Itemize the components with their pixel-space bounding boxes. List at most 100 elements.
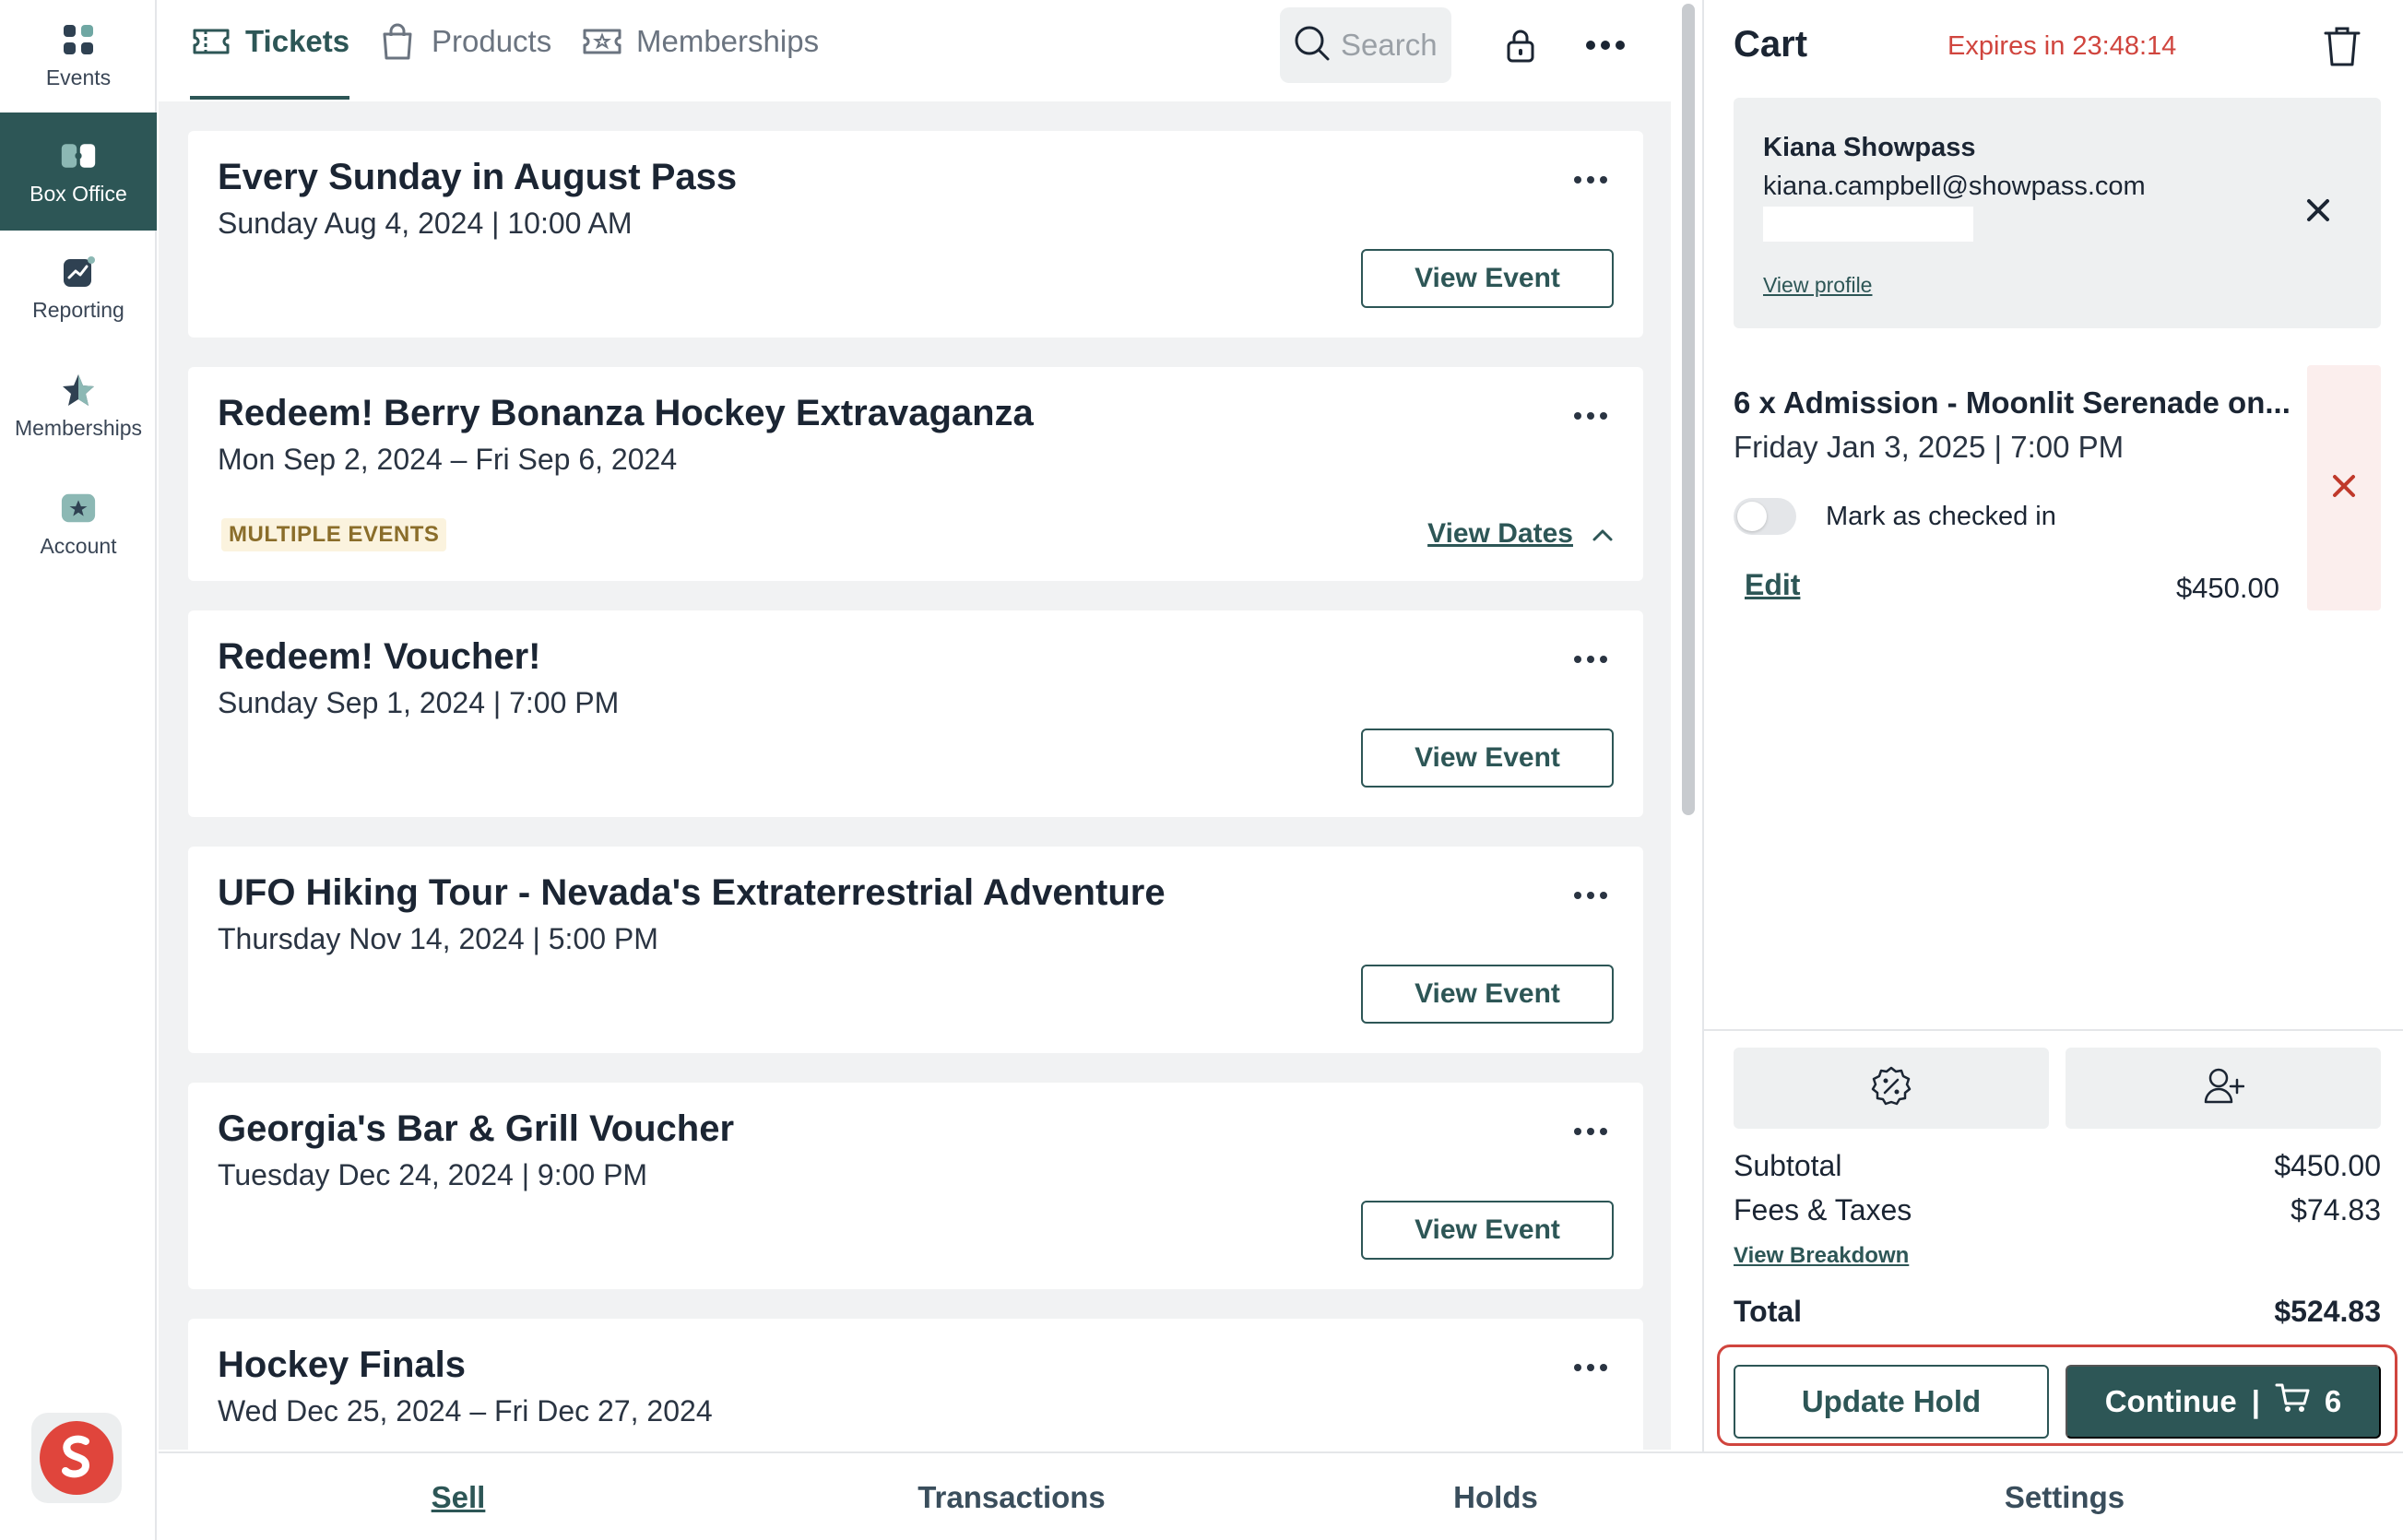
view-event-button[interactable]: View Event (1361, 1201, 1614, 1260)
clear-cart-button[interactable] (2322, 24, 2366, 70)
remove-customer-button[interactable] (2300, 192, 2337, 229)
bottom-nav-transactions[interactable]: Transactions (758, 1453, 1265, 1540)
event-card: Every Sunday in August Pass Sunday Aug 4… (188, 131, 1643, 338)
checked-in-label: Mark as checked in (1826, 502, 2056, 531)
discount-badge-icon (1870, 1065, 1912, 1112)
event-card: Redeem! Voucher! Sunday Sep 1, 2024 | 7:… (188, 610, 1643, 817)
chart-icon (60, 254, 97, 290)
event-date: Wed Dec 25, 2024 – Fri Dec 27, 2024 (218, 1394, 713, 1427)
customer-email: kiana.campbell@showpass.com (1763, 172, 2146, 201)
ticket-icon (190, 20, 232, 63)
cart-expiry-timer: Expires in 23:48:14 (1947, 31, 2177, 61)
event-title: Every Sunday in August Pass (218, 157, 738, 197)
cart-icon (2275, 1382, 2310, 1421)
lock-icon (1505, 27, 1536, 68)
search-box[interactable] (1280, 7, 1451, 83)
subtotal-row: Subtotal $450.00 (1734, 1149, 2381, 1183)
event-card: UFO Hiking Tour - Nevada's Extraterrestr… (188, 847, 1643, 1053)
left-sidebar: Events Box Office Reporting Memberships … (0, 0, 157, 1540)
event-date: Sunday Aug 4, 2024 | 10:00 AM (218, 207, 633, 240)
line-item-date: Friday Jan 3, 2025 | 7:00 PM (1734, 430, 2125, 464)
view-profile-link[interactable]: View profile (1763, 273, 1872, 298)
edit-line-item-link[interactable]: Edit (1745, 568, 1800, 602)
discount-button[interactable] (1734, 1048, 2049, 1129)
cart-line-item: 6 x Admission - Moonlit Serenade on... F… (1734, 365, 2381, 614)
cart-title: Cart (1734, 24, 1808, 65)
star-icon (60, 372, 97, 409)
event-title: Hockey Finals (218, 1345, 467, 1385)
event-card: Georgia's Bar & Grill Voucher Tuesday De… (188, 1083, 1643, 1289)
top-tabbar: Tickets Products Memberships (159, 0, 1671, 101)
search-input[interactable] (1341, 28, 1442, 63)
customer-card: Kiana Showpass kiana.campbell@showpass.c… (1734, 98, 2381, 328)
event-card: Hockey Finals Wed Dec 25, 2024 – Fri Dec… (188, 1319, 1643, 1450)
tab-label: Products (432, 24, 552, 58)
continue-label: Continue (2104, 1384, 2237, 1418)
total-value: $524.83 (2274, 1295, 2381, 1328)
scrollbar-thumb[interactable] (1682, 4, 1695, 815)
tab-label: Tickets (245, 24, 350, 58)
event-date: Sunday Sep 1, 2024 | 7:00 PM (218, 686, 620, 719)
grid-icon (60, 21, 97, 58)
more-options-button[interactable] (1582, 24, 1628, 70)
account-icon (60, 490, 97, 527)
sidebar-item-label: Reporting (32, 297, 124, 322)
sidebar-item-memberships[interactable]: Memberships (0, 350, 157, 461)
sidebar-item-reporting[interactable]: Reporting (0, 232, 157, 343)
event-menu-icon[interactable] (1568, 882, 1614, 909)
event-menu-icon[interactable] (1568, 402, 1614, 430)
bottom-nav-settings[interactable]: Settings (1726, 1453, 2403, 1540)
bottom-nav: Sell Transactions Holds Settings (159, 1451, 2403, 1540)
sidebar-item-label: Account (40, 533, 117, 558)
event-menu-icon[interactable] (1568, 166, 1614, 194)
event-menu-icon[interactable] (1568, 1118, 1614, 1145)
close-icon (2327, 469, 2361, 507)
tab-products[interactable]: Products (376, 20, 551, 100)
continue-separator: | (2251, 1384, 2260, 1418)
subtotal-label: Subtotal (1734, 1149, 1842, 1182)
event-menu-icon[interactable] (1568, 1354, 1614, 1381)
event-date: Mon Sep 2, 2024 – Fri Sep 6, 2024 (218, 443, 678, 476)
event-title: Redeem! Berry Bonanza Hockey Extravaganz… (218, 393, 1034, 433)
close-icon (2300, 199, 2337, 232)
event-card: Redeem! Berry Bonanza Hockey Extravaganz… (188, 367, 1643, 581)
view-breakdown-link[interactable]: View Breakdown (1734, 1243, 1909, 1269)
sidebar-item-box-office[interactable]: Box Office (0, 113, 157, 231)
sidebar-item-label: Memberships (14, 415, 143, 440)
bottom-nav-sell[interactable]: Sell (159, 1453, 758, 1540)
trash-icon (2322, 27, 2362, 72)
cart-panel: Cart Expires in 23:48:14 Kiana Showpass … (1702, 0, 2403, 1451)
cart-footer: Subtotal $450.00 Fees & Taxes $74.83 Vie… (1704, 1029, 2403, 1451)
checked-in-toggle[interactable] (1734, 498, 1796, 535)
view-event-button[interactable]: View Event (1361, 729, 1614, 788)
fees-value: $74.83 (2291, 1193, 2381, 1226)
event-menu-icon[interactable] (1568, 646, 1614, 673)
add-customer-button[interactable] (2066, 1048, 2381, 1129)
showpass-logo[interactable] (31, 1413, 122, 1503)
bottom-nav-holds[interactable]: Holds (1265, 1453, 1726, 1540)
subtotal-value: $450.00 (2274, 1149, 2381, 1182)
fees-label: Fees & Taxes (1734, 1193, 1912, 1226)
view-event-button[interactable]: View Event (1361, 965, 1614, 1024)
view-event-button[interactable]: View Event (1361, 249, 1614, 308)
box-office-icon (60, 137, 97, 174)
customer-phone-placeholder (1763, 207, 1973, 242)
sidebar-item-account[interactable]: Account (0, 468, 157, 579)
sidebar-item-events[interactable]: Events (0, 0, 157, 111)
multiple-events-badge: MULTIPLE EVENTS (221, 518, 447, 551)
chevron-up-icon (1592, 518, 1614, 550)
tab-memberships[interactable]: Memberships (581, 20, 819, 100)
lock-button[interactable] (1497, 24, 1544, 70)
line-item-price: $450.00 (2175, 572, 2279, 604)
update-hold-button[interactable]: Update Hold (1734, 1365, 2049, 1439)
event-date: Tuesday Dec 24, 2024 | 9:00 PM (218, 1158, 648, 1191)
line-item-title: 6 x Admission - Moonlit Serenade on... (1734, 385, 2291, 420)
continue-button[interactable]: Continue | 6 (2066, 1365, 2381, 1439)
sidebar-item-label: Events (45, 65, 112, 89)
event-list: Every Sunday in August Pass Sunday Aug 4… (159, 101, 1671, 1450)
view-dates-link[interactable]: View Dates (1427, 518, 1614, 550)
event-date: Thursday Nov 14, 2024 | 5:00 PM (218, 922, 658, 955)
tab-tickets[interactable]: Tickets (190, 20, 350, 100)
ellipsis-icon (1585, 39, 1626, 55)
remove-line-item-button[interactable] (2307, 365, 2381, 610)
